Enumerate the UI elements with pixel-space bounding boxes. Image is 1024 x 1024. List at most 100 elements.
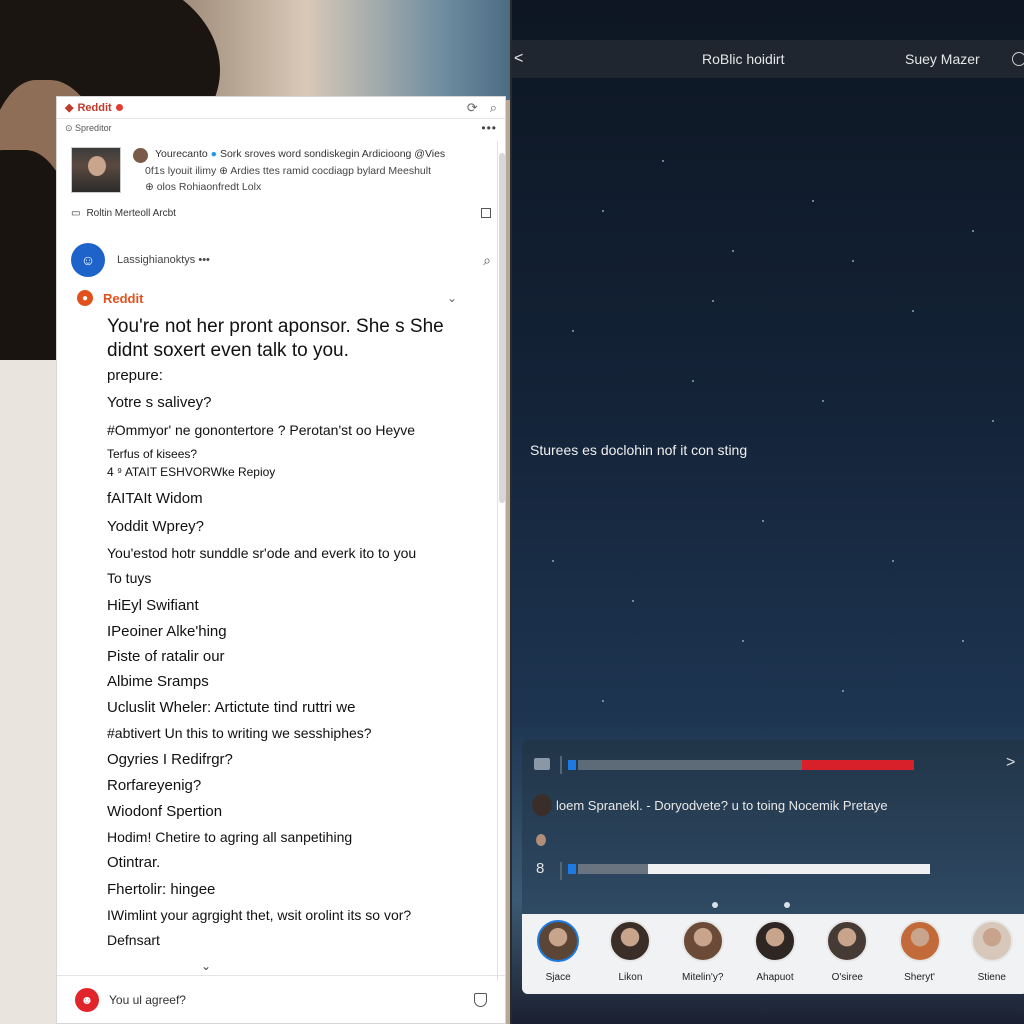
participant[interactable]: Stiene bbox=[962, 920, 1022, 983]
small-avatar[interactable] bbox=[536, 834, 546, 846]
star-dot bbox=[692, 380, 694, 382]
star-dot bbox=[662, 160, 664, 162]
back-icon[interactable]: < bbox=[514, 50, 523, 68]
chevron-down-icon[interactable]: ⌄ bbox=[201, 959, 211, 973]
bookmark-icon[interactable]: ▭ bbox=[71, 208, 80, 219]
progress-marker bbox=[568, 760, 576, 770]
star-dot bbox=[572, 330, 574, 332]
star-dot bbox=[972, 230, 974, 232]
star-dot bbox=[552, 560, 554, 562]
post-line: #abtivert Un this to writing we sesshiph… bbox=[107, 725, 372, 741]
star-dot bbox=[732, 250, 734, 252]
participant[interactable]: Sjace bbox=[528, 920, 588, 983]
post-line: You'estod hotr sunddle sr'ode and everk … bbox=[107, 545, 417, 561]
reddit-brand[interactable]: ◆ Reddit bbox=[65, 101, 123, 114]
participant[interactable]: Mitelin'y? bbox=[673, 920, 733, 983]
star-dot bbox=[912, 310, 914, 312]
participant[interactable]: Ahapuot bbox=[745, 920, 805, 983]
stream-title: RoBlic hoidirt bbox=[702, 51, 785, 67]
chevron-right-icon[interactable]: > bbox=[1006, 754, 1015, 772]
post-line: Fhertolir: hingee bbox=[107, 881, 216, 898]
post-thumbnail[interactable] bbox=[71, 147, 121, 193]
reddit-alien-icon[interactable]: ☻ bbox=[75, 987, 99, 1012]
star-dot bbox=[892, 560, 894, 562]
subreddit-icon[interactable]: ● bbox=[77, 290, 93, 306]
post-line: Albime Sramps bbox=[107, 673, 209, 690]
post-line: Ucluslit Wheler: Artictute tind ruttri w… bbox=[107, 699, 356, 716]
participant-avatar[interactable] bbox=[609, 920, 652, 962]
participant-avatar[interactable] bbox=[898, 920, 941, 962]
star-dot bbox=[962, 640, 964, 642]
user-avatar[interactable]: ☺ bbox=[71, 243, 105, 277]
stream-user[interactable]: Suey Mazer bbox=[905, 51, 980, 67]
divider bbox=[560, 862, 562, 880]
search-icon[interactable]: ⌕ bbox=[483, 252, 491, 269]
shared-post-card[interactable]: Yourecanto ● Sork sroves word sondiskegi… bbox=[71, 147, 491, 197]
participant[interactable]: O'siree bbox=[817, 920, 877, 983]
post-line: Terfus of kisees? bbox=[107, 447, 198, 461]
post-headline: You're not her pront aponsor. She s She … bbox=[107, 316, 444, 361]
search-icon[interactable]: ⌕ bbox=[490, 100, 497, 116]
star-dot bbox=[992, 420, 994, 422]
post-meta-row: ▭ Roltin Merteoll Arcbt bbox=[71, 205, 491, 221]
count-label: 8 bbox=[536, 860, 545, 877]
participant-name: Sjace bbox=[545, 972, 571, 983]
scrollbar-thumb[interactable] bbox=[499, 153, 505, 503]
progress-fill bbox=[802, 760, 914, 770]
chevron-down-icon[interactable]: ⌄ bbox=[447, 291, 457, 305]
progress-track[interactable] bbox=[578, 864, 648, 874]
progress-track[interactable] bbox=[578, 760, 802, 770]
post-line: Yotre s salivey? bbox=[107, 394, 212, 411]
subbar-label: Spreditor bbox=[75, 123, 112, 133]
participant-name: Stiene bbox=[977, 972, 1006, 983]
comment-avatar[interactable] bbox=[532, 794, 552, 816]
participants-row: Sjace Likon Mitelin'y? Ahapuot O'siree Sheryt… bbox=[522, 914, 1024, 994]
participant-avatar[interactable] bbox=[753, 920, 796, 962]
expand-icon[interactable] bbox=[481, 208, 491, 218]
post-body: You're not her pront aponsor. She s She … bbox=[107, 315, 487, 363]
participant[interactable]: Likon bbox=[600, 920, 660, 983]
star-dot bbox=[602, 700, 604, 702]
author-avatar[interactable] bbox=[133, 148, 148, 163]
user-name[interactable]: Lassighianoktys ••• bbox=[117, 254, 210, 266]
refresh-icon[interactable]: ⟳ bbox=[467, 100, 478, 116]
participant-name: Mitelin'y? bbox=[682, 972, 724, 983]
shield-icon[interactable] bbox=[474, 992, 487, 1007]
post-line: Ogyries I Redifrgr? bbox=[107, 751, 233, 768]
participant-name: O'siree bbox=[831, 972, 863, 983]
profile-circle-icon[interactable] bbox=[1012, 52, 1024, 66]
progress-fill bbox=[648, 864, 930, 874]
settings-icon[interactable]: ⊙ bbox=[65, 123, 75, 134]
participant-avatar[interactable] bbox=[970, 920, 1013, 962]
star-dot bbox=[632, 600, 634, 602]
star-dot bbox=[742, 640, 744, 642]
participant-avatar[interactable] bbox=[681, 920, 724, 962]
star-dot bbox=[762, 520, 764, 522]
post-meta-text: Roltin Merteoll Arcbt bbox=[86, 207, 176, 219]
scrollbar[interactable] bbox=[497, 141, 505, 981]
participant-avatar[interactable] bbox=[537, 920, 580, 962]
reddit-brand-label: Reddit bbox=[77, 101, 112, 114]
participant-name: Likon bbox=[618, 972, 643, 983]
page-dot[interactable] bbox=[784, 902, 790, 908]
more-options-icon[interactable]: ••• bbox=[481, 121, 497, 135]
participant[interactable]: Sheryt' bbox=[890, 920, 950, 983]
stream-topbar: < RoBlic hoidirt Suey Mazer bbox=[512, 40, 1024, 78]
page-dot[interactable] bbox=[712, 902, 718, 908]
participant-name: Sheryt' bbox=[904, 972, 935, 983]
post-line: fAITAIt Widom bbox=[107, 490, 203, 507]
progress-marker bbox=[568, 864, 576, 874]
reddit-window: ◆ Reddit ⟳ ⌕ ⊙ Spreditor ••• Yourecanto … bbox=[56, 96, 506, 1024]
camera-icon[interactable] bbox=[534, 758, 550, 770]
post-line: Defnsart bbox=[107, 932, 160, 948]
post-line: Otintrar. bbox=[107, 854, 161, 871]
star-dot bbox=[812, 200, 814, 202]
stream-card: > loem Spranekl. - Doryodvete? u to toin… bbox=[522, 740, 1024, 994]
card-line-1: Yourecanto ● Sork sroves word sondiskegi… bbox=[155, 148, 445, 160]
post-line: prepure: bbox=[107, 367, 163, 384]
subreddit-label[interactable]: Reddit bbox=[103, 291, 143, 306]
post-line: Wiodonf Spertion bbox=[107, 803, 223, 820]
divider bbox=[560, 756, 562, 774]
reddit-subbar: ⊙ Spreditor ••• bbox=[57, 119, 505, 137]
participant-avatar[interactable] bbox=[826, 920, 869, 962]
